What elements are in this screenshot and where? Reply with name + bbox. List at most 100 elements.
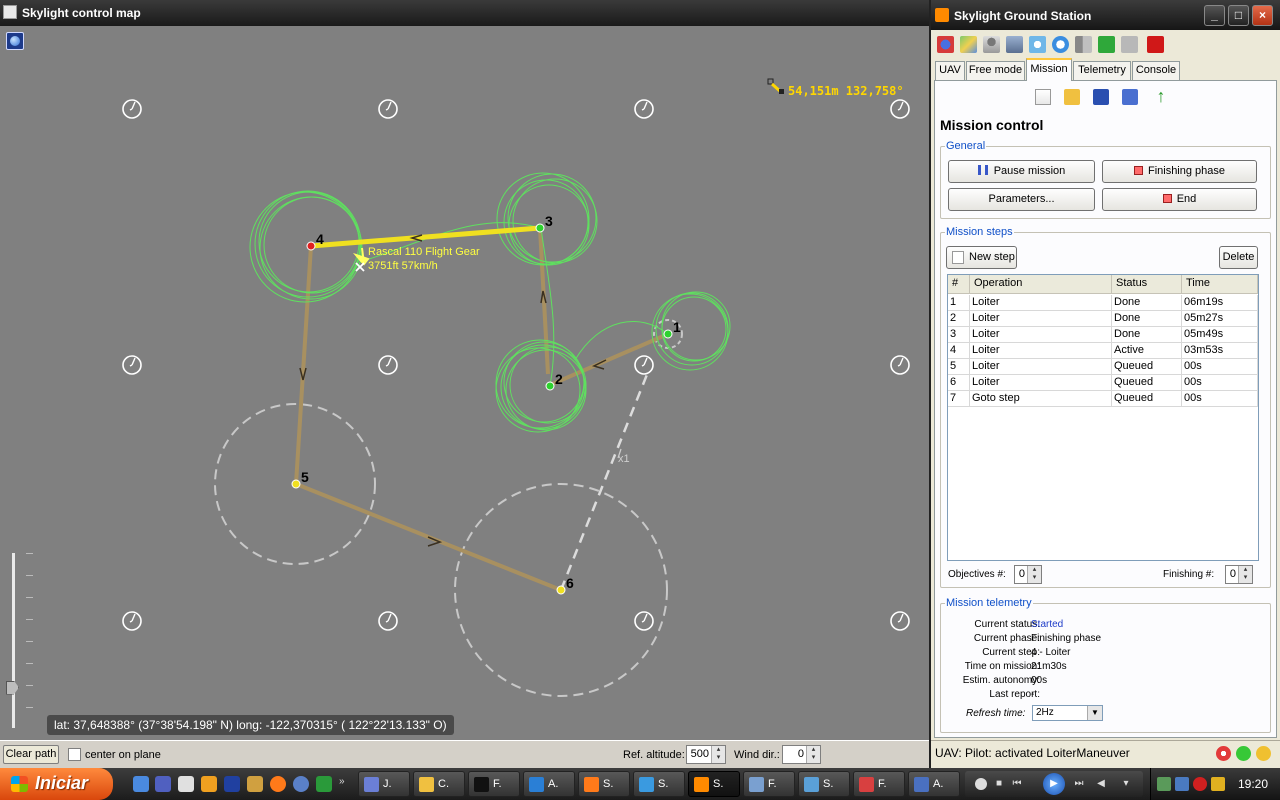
table-row[interactable]: 7 Goto step Queued 00s [948, 391, 1258, 407]
firefox-quicklaunch-icon[interactable] [270, 776, 286, 792]
table-row[interactable]: 3 Loiter Done 05m49s [948, 327, 1258, 343]
scale-handle-icon[interactable] [767, 78, 784, 94]
taskbar-window-button[interactable]: S. [688, 771, 740, 797]
quicklaunch-icon-8[interactable] [293, 776, 309, 792]
quicklaunch-icon-5[interactable] [224, 776, 240, 792]
chevron-down-icon[interactable]: ▼ [1087, 706, 1102, 720]
taskbar-window-button[interactable]: F. [853, 771, 905, 797]
col-header-time[interactable]: Time [1182, 275, 1258, 294]
globe-icon[interactable] [6, 32, 24, 50]
media-volume-icon[interactable]: ◀ [1095, 778, 1107, 790]
tab-console[interactable]: Console [1132, 61, 1180, 80]
tray-icon-4[interactable] [1211, 777, 1225, 791]
tray-antivirus-icon[interactable] [1193, 777, 1207, 791]
new-file-icon[interactable] [1035, 89, 1051, 105]
taskbar-window-button[interactable]: S. [798, 771, 850, 797]
quicklaunch-icon-4[interactable] [201, 776, 217, 792]
tab-uav[interactable]: UAV [935, 61, 965, 80]
checklist-icon[interactable] [1098, 36, 1115, 53]
quicklaunch-icon-6[interactable] [247, 776, 263, 792]
taskbar-window-label: F. [493, 778, 502, 790]
ref-altitude-spinner[interactable]: 500 [686, 745, 726, 764]
tab-free-mode[interactable]: Free mode [966, 61, 1025, 80]
media-prev-icon[interactable]: ⏮ [1011, 778, 1023, 790]
refresh-time-select[interactable]: 2Hz ▼ [1032, 705, 1103, 721]
table-row[interactable]: 5 Loiter Queued 00s [948, 359, 1258, 375]
wind-dir-spinner[interactable]: 0 [782, 745, 821, 764]
media-play-icon[interactable]: ▶ [1043, 773, 1065, 795]
waypoint-1-marker[interactable] [663, 329, 673, 339]
waypoint-6-marker[interactable] [556, 585, 566, 595]
tab-telemetry[interactable]: Telemetry [1073, 61, 1131, 80]
taskbar-window-button[interactable]: S. [578, 771, 630, 797]
taskbar-window-button[interactable]: A. [523, 771, 575, 797]
ie-quicklaunch-icon[interactable] [133, 776, 149, 792]
center-on-plane-checkbox[interactable] [68, 748, 81, 761]
col-header-operation[interactable]: Operation [970, 275, 1112, 294]
finishing-phase-button[interactable]: Finishing phase [1102, 160, 1257, 183]
new-step-button[interactable]: New step [946, 246, 1017, 269]
maximize-button[interactable]: □ [1228, 5, 1249, 26]
save-as-icon[interactable] [1122, 89, 1138, 105]
taskbar-window-button[interactable]: C. [413, 771, 465, 797]
clock-icon[interactable] [1052, 36, 1069, 53]
upload-arrow-icon[interactable]: ↑ [1153, 87, 1169, 105]
taskbar-window-button[interactable]: F. [468, 771, 520, 797]
media-menu-icon[interactable]: ▾ [1120, 778, 1132, 790]
minimize-button[interactable]: _ [1204, 5, 1225, 26]
media-next-icon[interactable]: ⏭ [1073, 778, 1085, 790]
pause-mission-button[interactable]: Pause mission [948, 160, 1095, 183]
taskbar-window-button[interactable]: F. [743, 771, 795, 797]
mission-steps-table[interactable]: # Operation Status Time 1 Loiter Done 06m19… [947, 274, 1259, 561]
save-icon[interactable] [1093, 89, 1109, 105]
waypoint-5-marker[interactable] [291, 479, 301, 489]
tray-icon-2[interactable] [1175, 777, 1189, 791]
settings-gear-icon[interactable] [1216, 746, 1231, 761]
media-stop-icon[interactable]: ■ [993, 778, 1005, 790]
alert-icon[interactable] [1147, 36, 1164, 53]
map-drawing[interactable]: x1 123456 Rascal 110 Flight Gear 3751ft … [0, 26, 929, 740]
taskbar-window-button[interactable]: J. [358, 771, 410, 797]
map-icon[interactable] [960, 36, 977, 53]
tab-mission[interactable]: Mission [1026, 58, 1072, 81]
taskbar-window-button[interactable]: A. [908, 771, 960, 797]
quicklaunch-icon-9[interactable] [316, 776, 332, 792]
waypoint-2-marker[interactable] [545, 381, 555, 391]
parameters-button[interactable]: Parameters... [948, 188, 1095, 211]
phone-icon[interactable] [1256, 746, 1271, 761]
map-titlebar[interactable]: Skylight control map [0, 0, 929, 26]
zoom-slider-track[interactable] [12, 553, 15, 728]
table-row[interactable]: 4 Loiter Active 03m53s [948, 343, 1258, 359]
document-icon[interactable] [1121, 36, 1138, 53]
open-folder-icon[interactable] [1064, 89, 1080, 105]
quicklaunch-more-icon[interactable]: » [339, 776, 355, 792]
clear-path-button[interactable]: Clear path [3, 745, 59, 764]
media-player-bar[interactable]: ■ ⏮ ▶ ⏭ ◀ ▾ [965, 771, 1143, 797]
pilot-icon[interactable] [983, 36, 1000, 53]
table-row[interactable]: 1 Loiter Done 06m19s [948, 295, 1258, 311]
waypoint-3-marker[interactable] [535, 223, 545, 233]
start-button[interactable]: Iniciar [0, 768, 113, 800]
col-header-status[interactable]: Status [1112, 275, 1182, 294]
gs-titlebar[interactable]: Skylight Ground Station _ □ × [931, 0, 1280, 30]
camera-icon[interactable] [1006, 36, 1023, 53]
tray-network-icon[interactable] [1157, 777, 1171, 791]
zoom-icon[interactable] [1029, 36, 1046, 53]
close-button[interactable]: × [1252, 5, 1273, 26]
sound-icon[interactable] [1075, 36, 1092, 53]
end-button[interactable]: End [1102, 188, 1257, 211]
taskbar-clock[interactable]: 19:20 [1238, 777, 1268, 791]
table-row[interactable]: 2 Loiter Done 05m27s [948, 311, 1258, 327]
col-header-number[interactable]: # [948, 275, 970, 294]
waypoint-4-marker[interactable] [306, 241, 316, 251]
table-row[interactable]: 6 Loiter Queued 00s [948, 375, 1258, 391]
media-back-icon[interactable] [975, 778, 987, 790]
connection-icon[interactable] [937, 36, 954, 53]
map-canvas[interactable]: x1 123456 Rascal 110 Flight Gear 3751ft … [0, 26, 929, 740]
delete-step-button[interactable]: Delete [1219, 246, 1258, 269]
taskbar-window-button[interactable]: S. [633, 771, 685, 797]
finishing-spinner[interactable]: 0 [1225, 565, 1253, 584]
quicklaunch-icon-3[interactable] [178, 776, 194, 792]
objectives-spinner[interactable]: 0 [1014, 565, 1042, 584]
quicklaunch-icon-2[interactable] [155, 776, 171, 792]
